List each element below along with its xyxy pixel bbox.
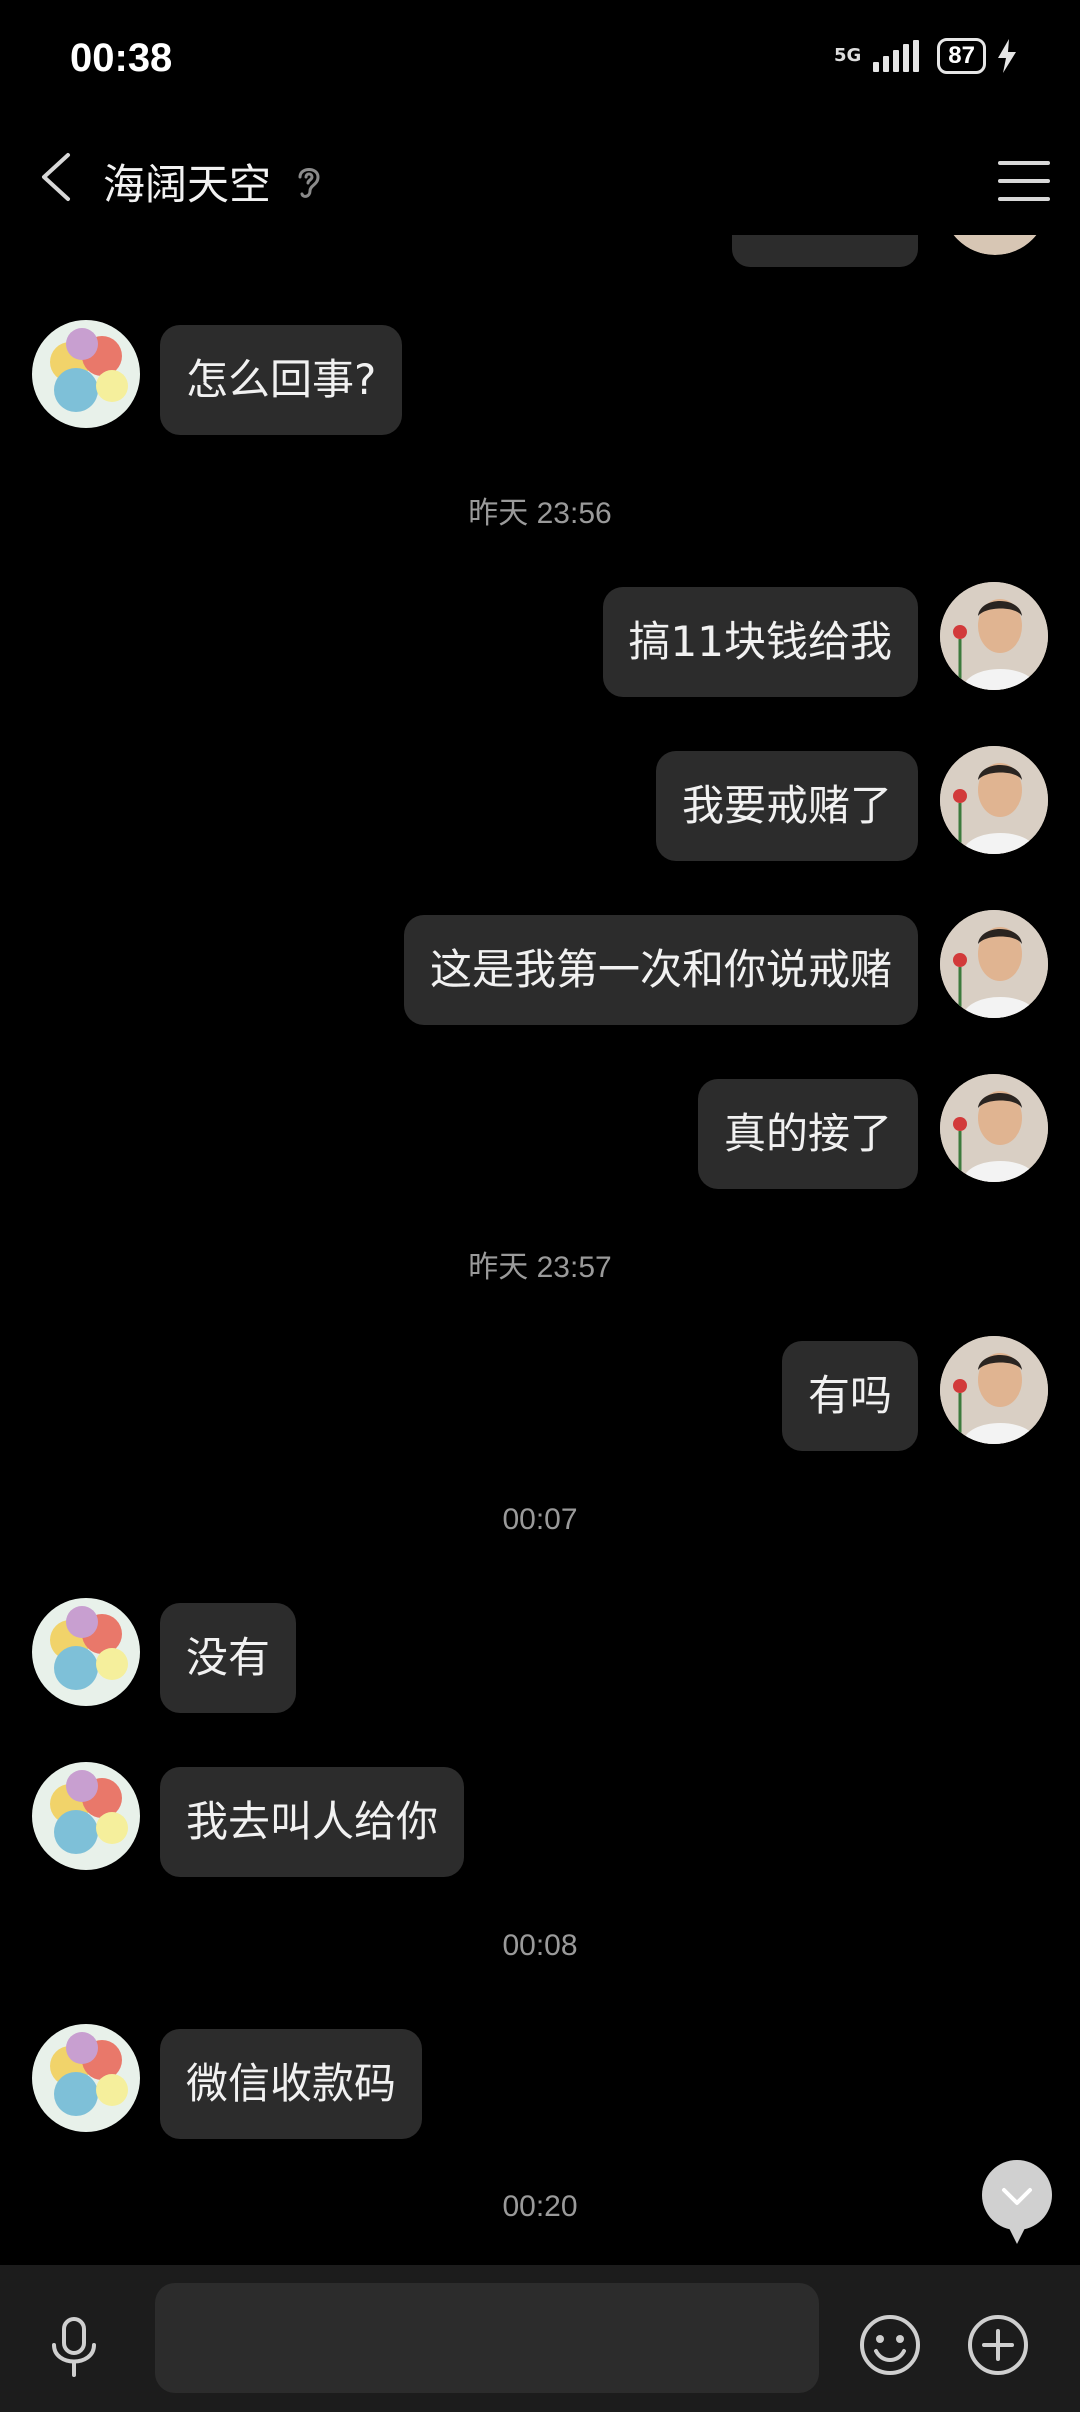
timestamp: 00:07 xyxy=(502,1503,578,1536)
timestamp: 00:20 xyxy=(502,2190,578,2223)
message-bubble[interactable]: 我要戒赌了 xyxy=(655,751,918,861)
scroll-to-bottom-button[interactable] xyxy=(982,2160,1052,2244)
my-avatar[interactable] xyxy=(940,582,1048,690)
message-bubble[interactable]: 搞11块钱给我 xyxy=(602,587,918,697)
contact-avatar[interactable] xyxy=(32,1598,140,1706)
network-type: 5G xyxy=(833,45,862,66)
charging-icon xyxy=(998,39,1016,73)
timestamp: 00:08 xyxy=(502,1929,578,1962)
timestamp: 昨天 23:57 xyxy=(468,1251,612,1284)
contact-avatar[interactable] xyxy=(32,1762,140,1870)
menu-icon[interactable] xyxy=(998,155,1050,207)
my-avatar[interactable] xyxy=(940,746,1048,854)
input-bar xyxy=(0,2265,1080,2412)
message-list[interactable]: 怎么回事? 昨天 23:56 搞11块钱给我 我要戒赌了 这是我第一次和你说戒赌… xyxy=(0,235,1080,2265)
contact-avatar[interactable] xyxy=(32,2024,140,2132)
timestamp: 昨天 23:56 xyxy=(468,497,612,530)
emoji-icon[interactable] xyxy=(858,2313,922,2377)
message-bubble[interactable]: 这是我第一次和你说戒赌 xyxy=(403,915,918,1025)
chat-header: 海阔天空 xyxy=(0,125,1080,235)
message-bubble[interactable]: 真的接了 xyxy=(697,1079,918,1189)
battery-level: 87 xyxy=(937,38,986,74)
message-input[interactable] xyxy=(155,2283,819,2393)
message-bubble[interactable]: 没有 xyxy=(160,1603,297,1713)
add-more-icon[interactable] xyxy=(966,2313,1030,2377)
message-bubble[interactable]: 有吗 xyxy=(781,1341,918,1451)
message-bubble-partial[interactable] xyxy=(732,235,918,267)
status-icons: 5G 87 xyxy=(834,38,1018,74)
message-bubble[interactable]: 我去叫人给你 xyxy=(160,1767,465,1877)
contact-name: 海阔天空 xyxy=(103,160,272,209)
message-bubble[interactable]: 怎么回事? xyxy=(160,325,403,435)
message-bubble[interactable]: 微信收款码 xyxy=(160,2029,423,2139)
my-avatar[interactable] xyxy=(940,1336,1048,1444)
earpiece-mode-icon xyxy=(298,168,320,198)
my-avatar[interactable] xyxy=(940,910,1048,1018)
chevron-down-icon xyxy=(1002,2188,1032,2205)
voice-input-icon[interactable] xyxy=(44,2315,104,2379)
back-arrow-icon[interactable] xyxy=(30,147,90,207)
my-avatar[interactable] xyxy=(940,1074,1048,1182)
signal-icon xyxy=(873,40,920,72)
status-bar: 00:38 5G 87 xyxy=(0,0,1080,125)
contact-avatar[interactable] xyxy=(32,320,140,428)
avatar-partial[interactable] xyxy=(942,235,1048,255)
status-time: 00:38 xyxy=(70,36,173,80)
